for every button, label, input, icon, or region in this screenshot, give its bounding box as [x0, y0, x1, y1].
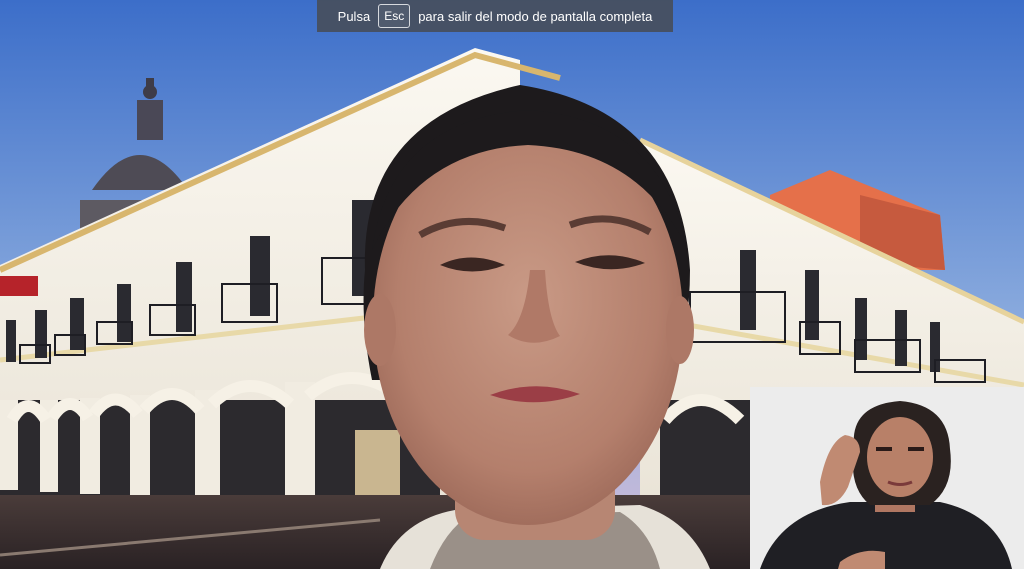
notice-suffix: para salir del modo de pantalla completa: [418, 8, 653, 24]
fullscreen-exit-notice: Pulsa Esc para salir del modo de pantall…: [317, 0, 673, 32]
interpreter-video: [750, 387, 1024, 569]
esc-key-badge: Esc: [378, 4, 411, 28]
notice-prefix: Pulsa: [337, 8, 371, 24]
